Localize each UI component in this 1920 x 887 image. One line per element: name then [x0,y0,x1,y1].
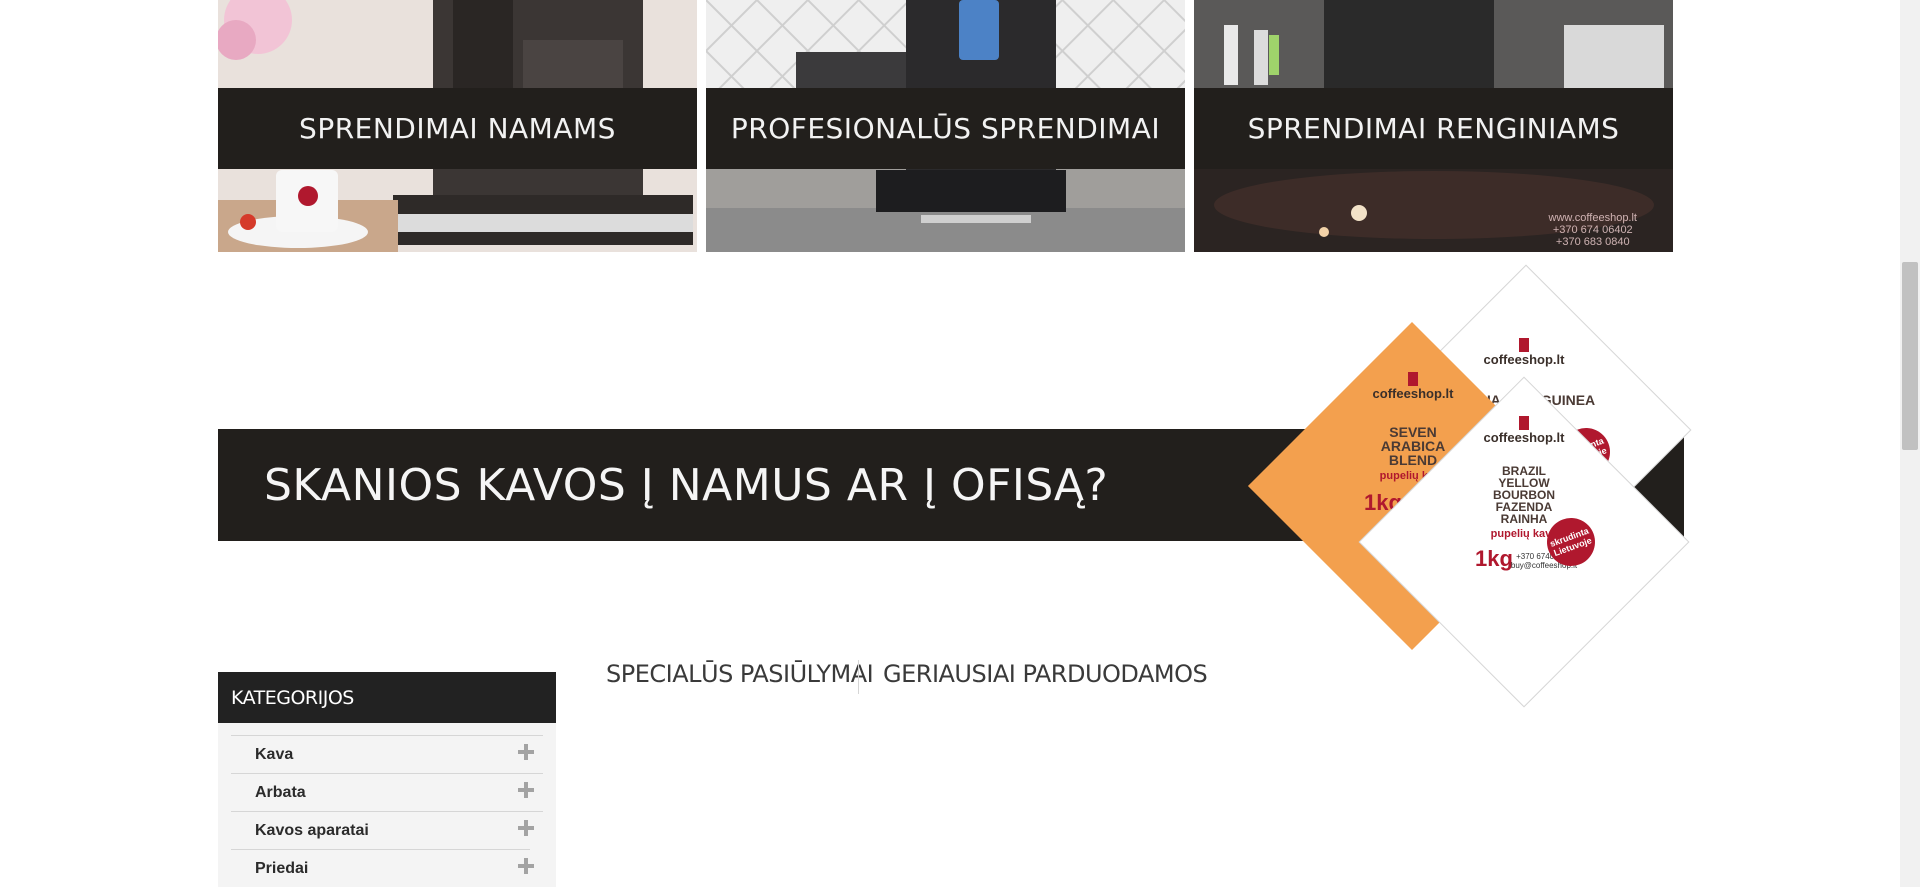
photo-phone-text: +370 674 06402 [1552,224,1633,236]
expand-plus-icon[interactable] [517,781,535,799]
event-photo-contact-text: www.coffeeshop.lt +370 674 06402 +370 68… [1549,212,1637,248]
category-label: Priedai [255,860,309,877]
tile-label: PROFESIONALŪS SPRENDIMAI [730,112,1161,145]
category-label: Kava [255,746,294,763]
category-label: Arbata [255,784,306,801]
tab-divider [858,660,859,694]
photo-website-text: www.coffeeshop.lt [1548,212,1637,224]
bag-brand: coffeeshop.lt [1372,386,1454,401]
category-item-kavos-aparatai[interactable]: Kavos aparatai [231,811,543,849]
tab-bestsellers[interactable]: GERIAUSIAI PARDUODAMOS [883,660,1208,688]
expand-plus-icon[interactable] [517,819,535,837]
flag-icon [1519,338,1529,352]
categories-sidebar: KATEGORIJOS Kava Arbata Kavos aparatai P… [218,672,556,887]
category-item-arbata[interactable]: Arbata [231,773,543,811]
tile-professional-solutions[interactable]: PROFESIONALŪS SPRENDIMAI [706,0,1185,252]
expand-plus-icon[interactable] [517,857,535,875]
category-item-priedai[interactable]: Priedai [231,849,534,887]
tile-label: SPRENDIMAI RENGINIAMS [1247,112,1620,145]
tile-label: SPRENDIMAI NAMAMS [299,112,616,145]
categories-header: KATEGORIJOS [218,672,556,723]
photo-phone-text: +370 683 0840 [1555,236,1630,248]
category-label: Kavos aparatai [255,822,369,839]
expand-plus-icon[interactable] [517,743,535,761]
tab-special-offers[interactable]: SPECIALŪS PASIŪLYMAI [606,660,874,688]
bag-name: BRAZIL YELLOW BOURBON FAZENDA RAINHA [1493,464,1555,526]
page: SPRENDIMAI NAMAMS PROFESIONALŪS SPRENDIM… [0,0,1900,887]
bag-brand: coffeeshop.lt [1483,352,1565,367]
category-item-kava[interactable]: Kava [231,735,543,773]
tile-home-solutions[interactable]: SPRENDIMAI NAMAMS [218,0,697,252]
scrollbar-thumb[interactable] [1902,262,1918,450]
bag-brand: coffeeshop.lt [1483,430,1565,445]
tile-event-solutions[interactable]: www.coffeeshop.lt +370 674 06402 +370 68… [1194,0,1673,252]
categories-title: KATEGORIJOS [231,686,354,709]
flag-icon [1408,372,1418,386]
flag-icon [1519,416,1529,430]
promo-banner-text: SKANIOS KAVOS Į NAMUS AR Į OFISĄ? [264,459,1109,511]
